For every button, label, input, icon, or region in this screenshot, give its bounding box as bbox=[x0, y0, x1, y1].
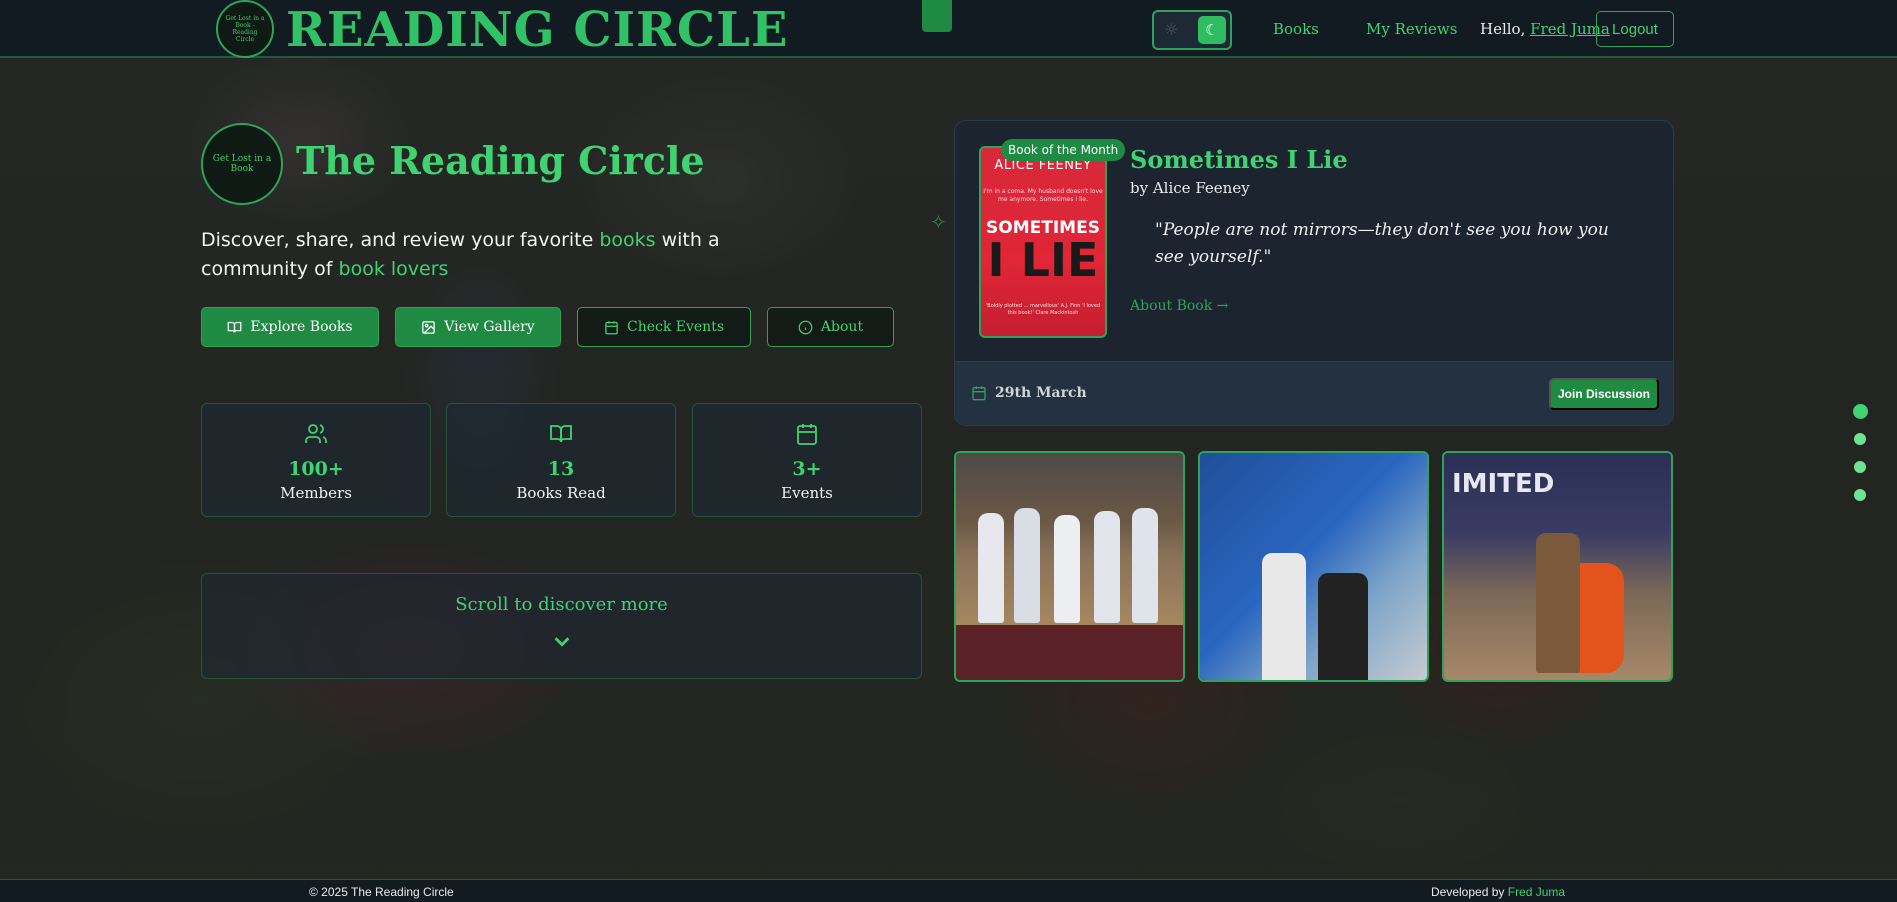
developer-link[interactable]: Fred Juma bbox=[1508, 885, 1565, 899]
photo-person bbox=[1318, 573, 1368, 680]
brand-title[interactable]: READING CIRCLE bbox=[286, 2, 788, 58]
moon-icon: ☾ bbox=[1198, 16, 1226, 44]
calendar-icon bbox=[605, 320, 618, 334]
calendar-icon bbox=[972, 386, 986, 401]
scroll-prompt[interactable]: Scroll to discover more bbox=[201, 573, 922, 679]
gallery-photo-office[interactable] bbox=[1198, 451, 1429, 682]
photo-bottom bbox=[956, 625, 1183, 680]
cover-tagline: I'm in a coma. My husband doesn't love m… bbox=[983, 188, 1103, 203]
book-of-month-card: ALICE FEENEY I'm in a coma. My husband d… bbox=[954, 120, 1674, 426]
stat-card-events: 3+ Events bbox=[692, 403, 922, 517]
stat-label: Books Read bbox=[516, 484, 606, 502]
about-button[interactable]: About bbox=[767, 307, 894, 347]
brand-logo-text: Get Lost in a Book - Reading Circle bbox=[225, 15, 265, 43]
join-discussion-button[interactable]: Join Discussion bbox=[1549, 378, 1659, 410]
section-dot-2[interactable] bbox=[1854, 433, 1866, 445]
photo-person bbox=[1054, 515, 1080, 623]
copyright-text: © 2025 The Reading Circle bbox=[309, 885, 454, 899]
photo-person bbox=[1262, 553, 1306, 680]
user-greeting: Hello, Fred Juma bbox=[1480, 20, 1610, 38]
hero-logo: Get Lost in a Book bbox=[201, 123, 283, 205]
page-title: The Reading Circle bbox=[296, 138, 705, 183]
stat-card-books-read: 13 Books Read bbox=[446, 403, 676, 517]
theme-toggle[interactable]: ☼ ☾ bbox=[1152, 10, 1232, 50]
sun-icon: ☼ bbox=[1164, 20, 1179, 39]
book-author: by Alice Feeney bbox=[1130, 179, 1250, 197]
cover-blurb: 'Boldly plotted ... marvellous' A.J. Fin… bbox=[985, 303, 1101, 316]
sparkle-icon: ✧ bbox=[930, 210, 947, 234]
photo-sign-text: IMITED bbox=[1452, 469, 1555, 499]
subtitle-highlight-book-lovers: book lovers bbox=[338, 258, 449, 280]
photo-person bbox=[1014, 508, 1040, 623]
users-icon bbox=[305, 424, 327, 443]
photo-scene bbox=[1200, 453, 1427, 680]
discussion-date: 29th March bbox=[995, 385, 1087, 401]
photo-person bbox=[1094, 511, 1120, 623]
book-open-icon bbox=[228, 321, 242, 333]
stat-value: 13 bbox=[547, 458, 575, 480]
view-gallery-label: View Gallery bbox=[444, 319, 535, 335]
explore-books-button[interactable]: Explore Books bbox=[201, 307, 379, 347]
photo-person bbox=[978, 513, 1004, 623]
book-title: Sometimes I Lie bbox=[1130, 145, 1348, 174]
check-events-button[interactable]: Check Events bbox=[577, 307, 751, 347]
chevron-down-icon bbox=[554, 637, 569, 647]
developer-credit: Developed by Fred Juma bbox=[1431, 885, 1565, 899]
stat-value: 100+ bbox=[288, 458, 344, 480]
section-dot-3[interactable] bbox=[1854, 461, 1866, 473]
gallery-photo-group[interactable] bbox=[954, 451, 1185, 682]
greeting-text: Hello, bbox=[1480, 20, 1526, 38]
hero-subtitle: Discover, share, and review your favorit… bbox=[201, 226, 741, 284]
photo-person bbox=[1536, 533, 1580, 673]
gallery-photo-chair[interactable]: IMITED bbox=[1442, 451, 1673, 682]
stat-card-members: 100+ Members bbox=[201, 403, 431, 517]
bookmark-icon bbox=[922, 0, 952, 32]
logout-button[interactable]: Logout bbox=[1596, 11, 1674, 47]
stat-label: Members bbox=[280, 484, 352, 502]
nav-my-reviews-link[interactable]: My Reviews bbox=[1366, 20, 1457, 38]
book-quote: "People are not mirrors—they don't see y… bbox=[1155, 220, 1609, 267]
photo-person bbox=[1132, 508, 1158, 623]
about-label: About bbox=[820, 319, 864, 335]
stat-value: 3+ bbox=[792, 458, 822, 480]
hero-logo-text: Get Lost in a Book bbox=[212, 154, 272, 174]
cover-title-line2: I LIE bbox=[987, 233, 1099, 287]
section-dot-1[interactable] bbox=[1853, 404, 1868, 419]
brand-logo[interactable]: Get Lost in a Book - Reading Circle bbox=[216, 0, 274, 58]
book-cover[interactable]: ALICE FEENEY I'm in a coma. My husband d… bbox=[979, 146, 1107, 338]
about-book-link[interactable]: About Book → bbox=[1130, 298, 1228, 314]
scroll-prompt-text: Scroll to discover more bbox=[455, 594, 668, 615]
stat-label: Events bbox=[781, 484, 833, 502]
info-icon bbox=[798, 320, 813, 334]
site-header: Get Lost in a Book - Reading Circle READ… bbox=[0, 0, 1897, 58]
developer-label: Developed by bbox=[1431, 885, 1505, 899]
site-footer: © 2025 The Reading Circle Developed by F… bbox=[0, 879, 1897, 902]
subtitle-part: Discover, share, and review your favorit… bbox=[201, 229, 600, 251]
nav-books-link[interactable]: Books bbox=[1273, 20, 1319, 38]
calendar-icon bbox=[797, 424, 817, 445]
check-events-label: Check Events bbox=[626, 319, 725, 335]
view-gallery-button[interactable]: View Gallery bbox=[395, 307, 561, 347]
image-icon bbox=[422, 320, 436, 334]
section-dot-4[interactable] bbox=[1854, 489, 1866, 501]
subtitle-highlight-books: books bbox=[599, 229, 656, 251]
explore-books-label: Explore Books bbox=[250, 319, 353, 335]
book-of-month-badge: Book of the Month bbox=[1001, 139, 1126, 161]
book-open-icon bbox=[550, 425, 572, 443]
